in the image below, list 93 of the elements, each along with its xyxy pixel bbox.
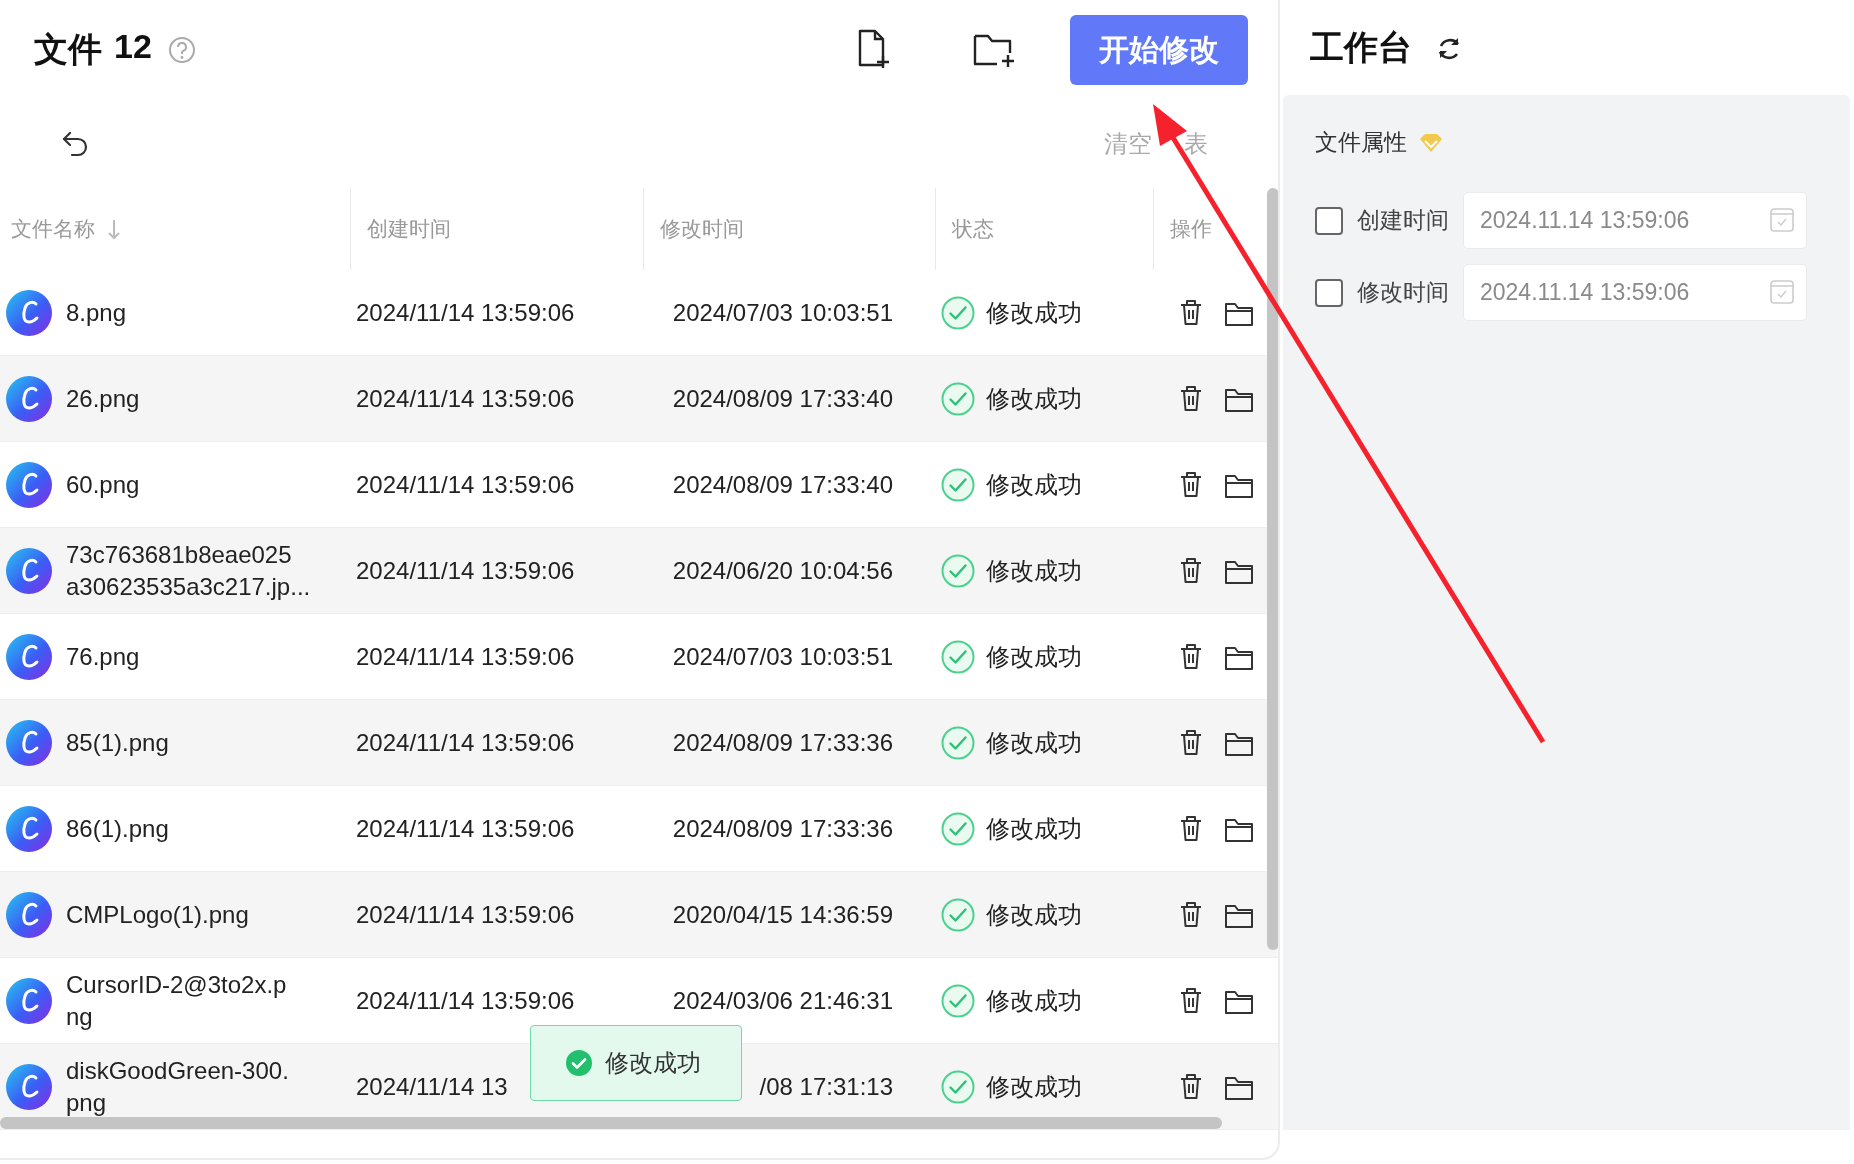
start-button[interactable]: 开始修改 [1070, 15, 1248, 85]
success-icon [940, 294, 976, 331]
file-name: 60.png [66, 469, 140, 500]
created-time: 2024/11/14 13:59:06 [356, 814, 575, 842]
file-icon [6, 461, 52, 508]
delete-icon[interactable] [1178, 384, 1204, 413]
status-text: 修改成功 [986, 813, 1082, 844]
file-icon [6, 289, 52, 336]
file-icon [6, 977, 52, 1024]
date-field[interactable]: 2024.11.14 13:59:06 [1463, 192, 1807, 249]
status-text: 修改成功 [986, 641, 1082, 672]
field-label: 修改时间 [1357, 278, 1449, 307]
column-header[interactable]: 状态 [952, 215, 994, 243]
status-text: 修改成功 [986, 1071, 1082, 1102]
delete-icon[interactable] [1178, 470, 1204, 499]
delete-icon[interactable] [1178, 298, 1204, 327]
checkbox[interactable] [1315, 206, 1343, 235]
delete-icon[interactable] [1178, 814, 1204, 843]
created-time: 2024/11/14 13:59:06 [356, 900, 575, 928]
status-text: 修改成功 [986, 555, 1082, 586]
scrollbar[interactable] [1267, 188, 1278, 950]
modified-time: 2024/07/03 10:03:51 [671, 298, 893, 327]
status-text: 修改成功 [986, 297, 1082, 328]
file-icon [6, 547, 52, 594]
file-name: diskGoodGreen-300. png [66, 1055, 289, 1118]
checkbox[interactable] [1315, 278, 1343, 307]
delete-icon[interactable] [1178, 556, 1204, 585]
scrollbar[interactable] [0, 1117, 1222, 1129]
column-header[interactable]: 文件名称 [11, 215, 121, 243]
toast-message: 修改成功 [605, 1048, 701, 1078]
success-icon [565, 1049, 593, 1077]
modified-time: 2024/08/09 17:33:36 [671, 728, 893, 757]
file-name: 76.png [66, 641, 140, 672]
file-name: 73c763681b8eae025 a30623535a3c217.jp... [66, 539, 311, 602]
delete-icon[interactable] [1178, 1072, 1204, 1101]
file-icon [6, 375, 52, 422]
field-label: 创建时间 [1357, 206, 1449, 235]
delete-icon[interactable] [1178, 900, 1204, 929]
modified-time: 2024/08/09 17:33:40 [671, 384, 893, 413]
success-icon [940, 724, 976, 761]
created-time: 2024/11/14 13:59:06 [356, 642, 575, 670]
success-icon [940, 638, 976, 675]
success-icon [940, 552, 976, 589]
clear-list-link[interactable]: 清空 [1104, 128, 1152, 160]
date-field[interactable]: 2024.11.14 13:59:06 [1463, 264, 1807, 321]
file-name: 26.png [66, 383, 140, 414]
status-text: 修改成功 [986, 727, 1082, 758]
success-icon [940, 1068, 976, 1105]
file-name: CursorID-2@3to2x.p ng [66, 969, 287, 1032]
delete-icon[interactable] [1178, 728, 1204, 757]
created-time: 2024/11/14 13 [356, 1072, 508, 1100]
modified-time: 2024/08/09 17:33:36 [671, 814, 893, 843]
file-icon [6, 719, 52, 766]
panel-title: 文件 [34, 29, 102, 70]
clear-list-link[interactable]: 表 [1184, 128, 1208, 160]
file-name: 8.png [66, 297, 127, 328]
file-icon [6, 1063, 52, 1110]
file-name: CMPLogo(1).png [66, 899, 249, 930]
file-icon [6, 633, 52, 680]
file-name: 85(1).png [66, 727, 169, 758]
delete-icon[interactable] [1178, 642, 1204, 671]
modified-time: 2024/08/09 17:33:40 [671, 470, 893, 499]
section-title: 文件属性 [1315, 128, 1407, 157]
modified-time: 2024/03/06 21:46:31 [671, 986, 893, 1015]
column-header[interactable]: 修改时间 [660, 215, 744, 243]
modified-time: /08 17:31:13 [758, 1072, 893, 1101]
success-icon [940, 466, 976, 503]
created-time: 2024/11/14 13:59:06 [356, 556, 575, 584]
created-time: 2024/11/14 13:59:06 [356, 384, 575, 412]
column-header[interactable]: 创建时间 [367, 215, 451, 243]
panel-title: 工作台 [1310, 26, 1412, 68]
success-icon [940, 896, 976, 933]
success-icon [940, 982, 976, 1019]
add-file-icon[interactable] [856, 29, 892, 71]
file-icon [6, 805, 52, 852]
file-count: 12 [114, 27, 152, 67]
created-time: 2024/11/14 13:59:06 [356, 986, 575, 1014]
created-time: 2024/11/14 13:59:06 [356, 298, 575, 326]
column-header[interactable]: 操作 [1170, 215, 1212, 243]
modified-time: 2020/04/15 14:36:59 [671, 900, 893, 929]
status-text: 修改成功 [986, 985, 1082, 1016]
created-time: 2024/11/14 13:59:06 [356, 470, 575, 498]
success-icon [940, 810, 976, 847]
created-time: 2024/11/14 13:59:06 [356, 728, 575, 756]
status-text: 修改成功 [986, 469, 1082, 500]
file-name: 86(1).png [66, 813, 169, 844]
status-text: 修改成功 [986, 383, 1082, 414]
success-icon [940, 380, 976, 417]
status-text: 修改成功 [986, 899, 1082, 930]
delete-icon[interactable] [1178, 986, 1204, 1015]
modified-time: 2024/06/20 10:04:56 [671, 556, 893, 585]
modified-time: 2024/07/03 10:03:51 [671, 642, 893, 671]
file-icon [6, 891, 52, 938]
